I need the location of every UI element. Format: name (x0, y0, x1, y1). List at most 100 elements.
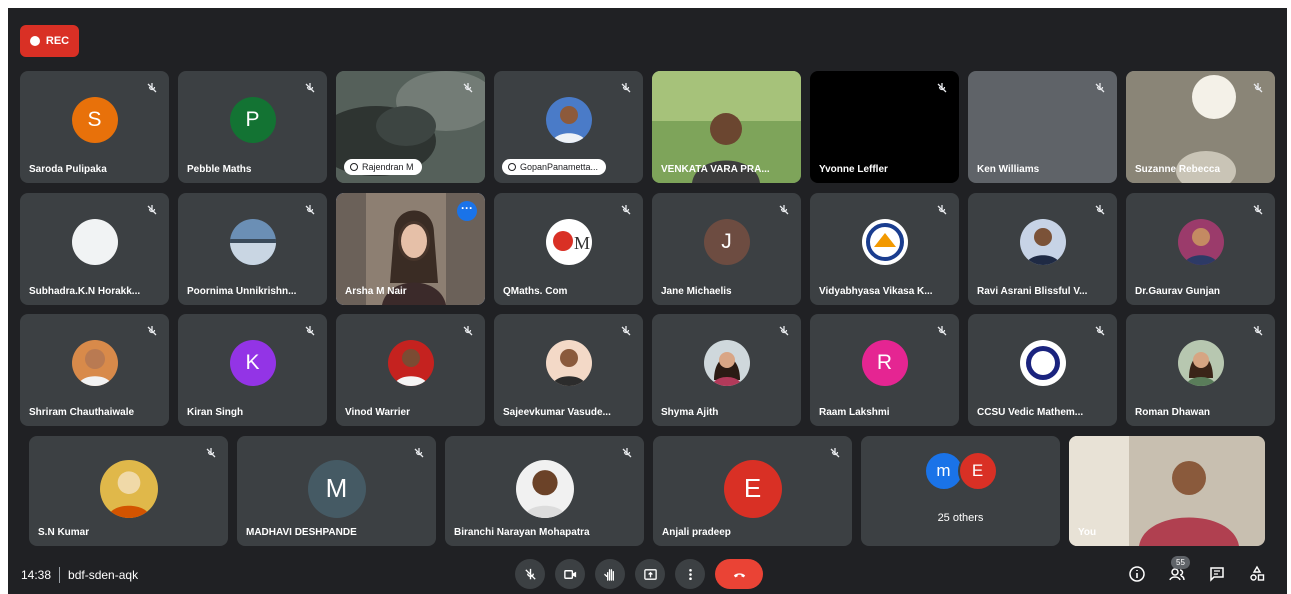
participant-tile-venkata[interactable]: VENKATA VARA PRA... (652, 71, 801, 183)
participant-tile-vinod[interactable]: Vinod Warrier (336, 314, 485, 426)
participant-name: Jane Michaelis (661, 286, 732, 297)
mic-off-icon (933, 79, 951, 97)
meeting-toolbar: 14:38 bdf-sden-aqk 55 (8, 554, 1287, 594)
chat-icon (1210, 567, 1224, 582)
participant-name: Arsha M Nair (345, 286, 407, 297)
leave-call-button[interactable] (715, 559, 763, 589)
participant-tile-gaurav[interactable]: Dr.Gaurav Gunjan (1126, 193, 1275, 305)
hand-icon (603, 568, 614, 581)
participant-name: You (1078, 527, 1097, 538)
chat-button[interactable] (1205, 562, 1229, 586)
participant-tile-vidyabhyasa[interactable]: Vidyabhyasa Vikasa K... (810, 193, 959, 305)
mic-off-icon (524, 568, 536, 580)
present-screen-button[interactable] (635, 559, 665, 589)
avatar (515, 459, 574, 518)
more-options-button[interactable]: ··· (457, 201, 477, 221)
participant-tile-qmaths[interactable]: M QMaths. Com (494, 193, 643, 305)
avatar (99, 459, 158, 518)
avatar (545, 97, 592, 144)
mic-off-icon (826, 444, 844, 462)
participant-tile-suzanne[interactable]: Suzanne Rebecca (1126, 71, 1275, 183)
participant-tile-jane[interactable]: J Jane Michaelis (652, 193, 801, 305)
participant-tile-ken[interactable]: Ken Williams (968, 71, 1117, 183)
participant-tile-madhavi[interactable]: M MADHAVI DESHPANDE (237, 436, 436, 546)
avatar: K (229, 340, 276, 387)
call-controls (515, 559, 763, 589)
mic-off-icon (1091, 201, 1109, 219)
microphone-button[interactable] (515, 559, 545, 589)
participant-name: VENKATA VARA PRA... (661, 164, 770, 175)
participant-name: Dr.Gaurav Gunjan (1135, 286, 1221, 297)
meeting-code: bdf-sden-aqk (68, 568, 139, 582)
participant-tile-gopan[interactable]: GopanPanametta... (494, 71, 643, 183)
avatar (71, 219, 118, 266)
more-vert-icon (688, 568, 692, 580)
participant-tile-roman[interactable]: Roman Dhawan (1126, 314, 1275, 426)
mic-off-icon (933, 201, 951, 219)
meeting-details-button[interactable] (1125, 562, 1149, 586)
participant-tile-saroda[interactable]: S Saroda Pulipaka (20, 71, 169, 183)
participant-tile-kiran[interactable]: K Kiran Singh (178, 314, 327, 426)
participant-tile-others[interactable]: m E 25 others (861, 436, 1060, 546)
avatar (229, 219, 276, 266)
participant-name: MADHAVI DESHPANDE (246, 527, 357, 538)
avatar (861, 219, 908, 266)
participant-tile-shriram[interactable]: Shriram Chauthaiwale (20, 314, 169, 426)
others-avatar-stack: m E (923, 451, 998, 492)
participant-tile-arsha[interactable]: ··· Arsha M Nair (336, 193, 485, 305)
mic-off-icon (775, 201, 793, 219)
avatar (1019, 219, 1066, 266)
mic-off-icon (1091, 322, 1109, 340)
participant-tile-pebble[interactable]: P Pebble Maths (178, 71, 327, 183)
people-button[interactable]: 55 (1165, 556, 1190, 586)
info-icon (1129, 566, 1145, 582)
avatar (71, 340, 118, 387)
presenter-icon (508, 163, 516, 171)
participant-tile-yvonne[interactable]: Yvonne Leffler (810, 71, 959, 183)
mic-off-icon (1249, 322, 1267, 340)
participant-name: Suzanne Rebecca (1135, 164, 1221, 175)
activities-button[interactable] (1245, 562, 1269, 586)
side-panel-controls: 55 (1125, 556, 1269, 586)
participant-name: Sajeevkumar Vasude... (503, 407, 611, 418)
avatar (1177, 219, 1224, 266)
participant-name-pill: Rajendran M (344, 159, 422, 175)
participant-tile-sajeev[interactable]: Sajeevkumar Vasude... (494, 314, 643, 426)
participant-tile-anjali[interactable]: E Anjali pradeep (653, 436, 852, 546)
more-options-button[interactable] (675, 559, 705, 589)
mic-off-icon (617, 322, 635, 340)
participant-name: Biranchi Narayan Mohapatra (454, 527, 590, 538)
participant-tile-rajendran[interactable]: Rajendran M (336, 71, 485, 183)
recording-indicator[interactable]: REC (20, 25, 79, 57)
participant-tile-raam[interactable]: R Raam Lakshmi (810, 314, 959, 426)
participant-tile-ravi[interactable]: Ravi Asrani Blissful V... (968, 193, 1117, 305)
participant-name: Yvonne Leffler (819, 164, 888, 175)
participant-tile-ccsu[interactable]: CCSU Vedic Mathem... (968, 314, 1117, 426)
presenter-icon (350, 163, 358, 171)
participant-tile-poornima[interactable]: Poornima Unnikrishn... (178, 193, 327, 305)
others-count-label: 25 others (937, 512, 984, 524)
participant-name: Vidyabhyasa Vikasa K... (819, 286, 933, 297)
participants-count-badge: 55 (1171, 556, 1190, 569)
mic-off-icon (459, 79, 477, 97)
participant-name: Poornima Unnikrishn... (187, 286, 297, 297)
mic-off-icon (459, 322, 477, 340)
self-view-tile[interactable]: You (1069, 436, 1265, 546)
participant-tile-biranchi[interactable]: Biranchi Narayan Mohapatra (445, 436, 644, 546)
participant-name: Shyma Ajith (661, 407, 719, 418)
record-dot-icon (29, 36, 40, 46)
mic-off-icon (1249, 79, 1267, 97)
participant-tile-snkumar[interactable]: S.N Kumar (29, 436, 228, 546)
participant-name: Roman Dhawan (1135, 407, 1211, 418)
mic-off-icon (618, 444, 636, 462)
raise-hand-button[interactable] (595, 559, 625, 589)
participant-tile-shyma[interactable]: Shyma Ajith (652, 314, 801, 426)
activities-icon (1250, 565, 1265, 581)
avatar (545, 340, 592, 387)
avatar: R (861, 340, 908, 387)
mic-off-icon (1249, 201, 1267, 219)
participant-tile-subhadra[interactable]: Subhadra.K.N Horakk... (20, 193, 169, 305)
camera-button[interactable] (555, 559, 585, 589)
mic-off-icon (301, 79, 319, 97)
participant-name: Saroda Pulipaka (29, 164, 107, 175)
